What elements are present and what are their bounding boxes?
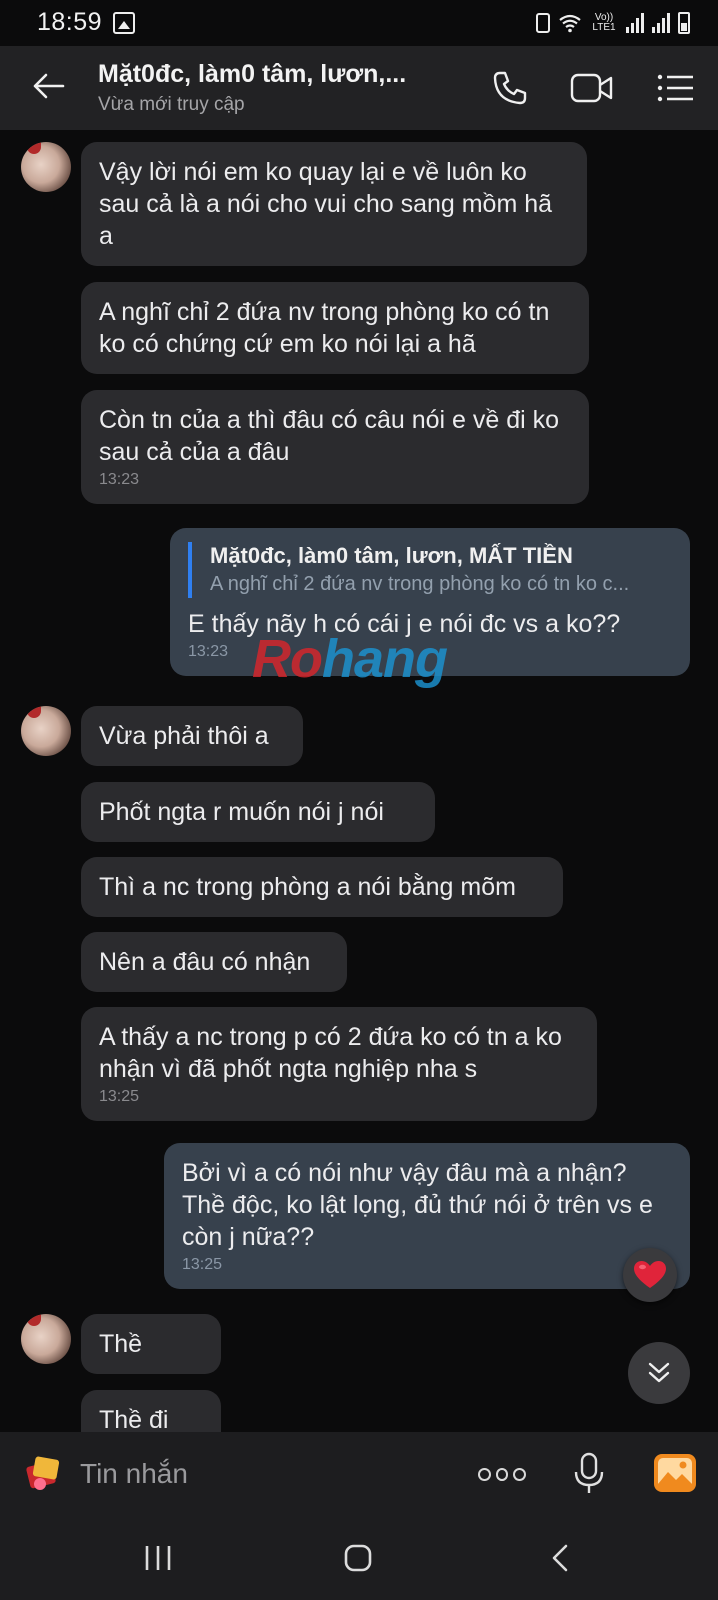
nav-back-button[interactable]: [538, 1536, 582, 1580]
signal-icon: [652, 13, 670, 33]
sticker-icon: [26, 1456, 60, 1490]
message-text: Thề: [99, 1330, 143, 1358]
avatar[interactable]: [21, 706, 71, 756]
video-call-button[interactable]: [570, 66, 614, 110]
phone-icon: [493, 71, 527, 105]
message-text: Bởi vì a có nói như vậy đâu mà a nhận? T…: [182, 1159, 653, 1251]
home-button[interactable]: [336, 1536, 380, 1580]
status-time: 18:59: [37, 8, 103, 36]
system-nav-bar: [0, 1516, 718, 1600]
message-text: Phốt ngta r muốn nói j nói: [99, 798, 384, 826]
message-list[interactable]: Vậy lời nói em ko quay lại e về luôn ko …: [0, 130, 718, 1432]
message-bubble-sent[interactable]: Bởi vì a có nói như vậy đâu mà a nhận? T…: [164, 1143, 690, 1289]
sticker-button[interactable]: [24, 1454, 64, 1494]
message-bubble[interactable]: Thề: [81, 1314, 221, 1374]
send-image-button[interactable]: [652, 1452, 698, 1494]
quoted-text: A nghĩ chỉ 2 đứa nv trong phòng ko có tn…: [210, 573, 630, 595]
more-options-button[interactable]: [478, 1462, 527, 1486]
status-icons: Vo)) LTE1: [536, 10, 690, 36]
message-text: Vừa phải thôi a: [99, 722, 269, 750]
message-text: A thấy a nc trong p có 2 đứa ko có tn a …: [99, 1023, 562, 1083]
message-time: 13:23: [99, 471, 140, 488]
wifi-icon: [559, 14, 581, 33]
scroll-to-bottom-button[interactable]: [628, 1342, 690, 1404]
video-call-icon: [570, 73, 613, 103]
dot: [478, 1467, 491, 1481]
heart-icon: [634, 1261, 666, 1288]
gallery-icon: [113, 12, 135, 34]
message-text: Nên a đâu có nhận: [99, 948, 311, 976]
recent-apps-icon: [145, 1546, 171, 1570]
last-seen-status: Vừa mới truy cập: [98, 94, 245, 115]
message-text: Vậy lời nói em ko quay lại e về luôn ko …: [99, 158, 553, 250]
battery-icon: [678, 12, 690, 34]
composer-bar: [0, 1432, 718, 1516]
volte-icon: Vo)) LTE1: [592, 12, 616, 33]
nfc-icon: [536, 13, 550, 33]
status-bar: 18:59 Vo)) LTE1: [0, 0, 718, 46]
message-bubble[interactable]: Phốt ngta r muốn nói j nói: [81, 782, 435, 842]
avatar[interactable]: [21, 1314, 71, 1364]
quoted-message[interactable]: Mặt0đc, làm0 tâm, lươn, MẤT TIỀN A nghĩ …: [188, 542, 672, 598]
reaction-button[interactable]: [623, 1248, 677, 1302]
signal-icon: [626, 13, 644, 33]
voice-message-button[interactable]: [572, 1452, 606, 1496]
conversation-title[interactable]: Mặt0đc, làm0 tâm, lươn,...: [98, 60, 406, 89]
message-bubble[interactable]: Nên a đâu có nhận: [81, 932, 347, 992]
dot: [513, 1467, 527, 1481]
conversation-menu-button[interactable]: [654, 66, 698, 110]
microphone-icon: [574, 1452, 604, 1493]
message-bubble[interactable]: Còn tn của a thì đâu có câu nói e về đi …: [81, 390, 589, 504]
home-icon: [344, 1544, 372, 1572]
message-bubble[interactable]: Thì a nc trong phòng a nói bằng mõm: [81, 857, 563, 917]
message-bubble[interactable]: Vậy lời nói em ko quay lại e về luôn ko …: [81, 142, 587, 266]
chevron-double-down-icon: [648, 1362, 670, 1383]
recent-apps-button[interactable]: [136, 1536, 180, 1580]
chat-header: Mặt0đc, làm0 tâm, lươn,... Vừa mới truy …: [0, 46, 718, 130]
message-text: Còn tn của a thì đâu có câu nói e về đi …: [99, 406, 560, 466]
back-arrow-icon: [33, 73, 65, 99]
message-text: Thì a nc trong phòng a nói bằng mõm: [99, 873, 516, 901]
call-button[interactable]: [488, 66, 532, 110]
dot: [495, 1467, 509, 1481]
quoted-sender: Mặt0đc, làm0 tâm, lươn, MẤT TIỀN: [210, 543, 573, 568]
avatar[interactable]: [21, 142, 71, 192]
list-menu-icon: [657, 74, 693, 102]
watermark-logo: Rohang: [252, 629, 448, 689]
back-button[interactable]: [28, 66, 68, 106]
message-time: 13:25: [182, 1256, 223, 1273]
message-bubble[interactable]: Thề đi: [81, 1390, 221, 1432]
image-icon: [654, 1454, 696, 1492]
message-bubble[interactable]: A nghĩ chỉ 2 đứa nv trong phòng ko có tn…: [81, 282, 589, 374]
message-bubble[interactable]: A thấy a nc trong p có 2 đứa ko có tn a …: [81, 1007, 597, 1121]
message-text: A nghĩ chỉ 2 đứa nv trong phòng ko có tn…: [99, 298, 550, 358]
message-text: Thề đi: [99, 1406, 169, 1432]
message-time: 13:25: [99, 1088, 140, 1105]
message-input[interactable]: [80, 1450, 440, 1498]
message-bubble[interactable]: Vừa phải thôi a: [81, 706, 303, 766]
back-icon: [552, 1544, 568, 1572]
